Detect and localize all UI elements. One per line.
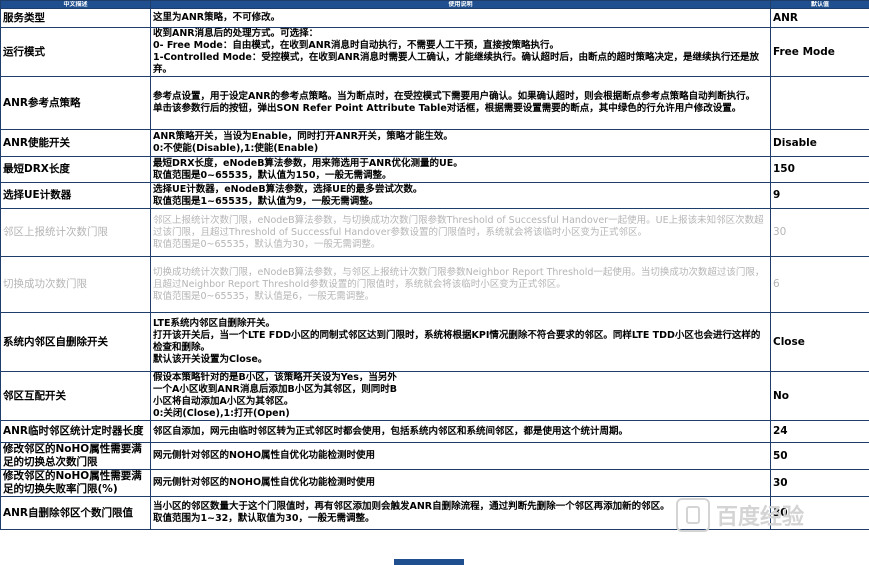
description-line: 这里为ANR策略，不可修改。 — [153, 12, 281, 23]
param-description: 假设本策略针对的是B小区，该策略开关设为Yes，当另外 一个A小区收到ANR消息后… — [150, 371, 771, 421]
param-default: ANR — [770, 8, 869, 28]
paw-icon — [676, 498, 710, 532]
header-description: 使用说明 — [150, 0, 771, 9]
description-line: 0:关闭(Close),1:打开(Open) — [153, 408, 290, 419]
param-description: 收到ANR消息后的处理方式。可选择： 0- Free Mode：自由模式，在收到A… — [150, 27, 771, 77]
description-line: 收到ANR消息后的处理方式。可选择： — [153, 28, 319, 40]
table-row: 选择UE计数器 选择UE计数器，eNodeB算法参数，选择UE的最多尝试次数。 取值… — [0, 182, 869, 209]
param-default: No — [770, 371, 869, 421]
description-line: ANR策略开关，当设为Enable，同时打开ANR开关，策略才能生效。 — [153, 131, 453, 142]
table-row: 系统内邻区自删除开关 LTE系统内邻区自删除开关。 打开该开关后，当一个LTE FD… — [0, 312, 869, 372]
table-row: 邻区上报统计次数门限 邻区上报统计次数门限，eNodeB算法参数，与切换成功次数门… — [0, 208, 869, 257]
param-description: 这里为ANR策略，不可修改。 — [150, 8, 771, 28]
description-line: 假设本策略针对的是B小区，该策略开关设为Yes，当另外 — [153, 372, 397, 384]
description-line: 取值范围是0~65535，默认值是6，一般无需调整。 — [153, 290, 375, 302]
description-line: 邻区自添加，网元由临时邻区转为正式邻区时都会使用，包括系统内邻区和系统间邻区，都… — [153, 425, 629, 437]
param-description: ANR策略开关，当设为Enable，同时打开ANR开关，策略才能生效。 0:不使能… — [150, 129, 771, 157]
description-line: 1-Controlled Mode：受控模式，在收到ANR消息时需要人工确认，才… — [153, 52, 759, 75]
description-line: 一个A小区收到ANR消息后添加B小区为其邻区，则同时B — [153, 384, 397, 395]
description-line: 0- Free Mode：自由模式，在收到ANR消息时自动执行，不需要人工干预，… — [153, 40, 559, 51]
param-name: ANR参考点策略 — [0, 76, 151, 130]
description-line: 最短DRX长度，eNodeB算法参数，用来筛选用于ANR优化测量的UE。 — [153, 157, 463, 169]
table-row: ANR临时邻区统计定时器长度 邻区自添加，网元由临时邻区转为正式邻区时都会使用，包… — [0, 420, 869, 443]
description-line: 取值范围是0~65535，默认值为150，一般无需调整。 — [153, 169, 392, 181]
param-default: Free Mode — [770, 27, 869, 77]
param-default: 9 — [770, 182, 869, 209]
param-default: 6 — [770, 256, 869, 313]
description-line: 默认该开关设置为Close。 — [153, 354, 268, 365]
param-default: 50 — [770, 442, 869, 470]
param-name: 最短DRX长度 — [0, 156, 151, 183]
param-name: 修改邻区的NoHO属性需要满足的切换总次数门限 — [0, 442, 151, 470]
table-header-row: 中文描述 使用说明 默认值 — [0, 0, 869, 9]
description-line: 小区将自动添加A小区为其邻区。 — [153, 396, 294, 407]
table-row: 修改邻区的NoHO属性需要满足的切换失败率门限(%) 网元侧针对邻区的NOHO属性… — [0, 469, 869, 497]
param-description: 切换成功统计次数门限，eNodeB算法参数，与邻区上报统计次数门限参数Neigh… — [150, 256, 771, 313]
param-name: 选择UE计数器 — [0, 182, 151, 209]
param-description: 网元侧针对邻区的NOHO属性自优化功能检测时使用 — [150, 469, 771, 497]
param-description: 选择UE计数器，eNodeB算法参数，选择UE的最多尝试次数。 取值范围是1~65… — [150, 182, 771, 209]
table-row: 切换成功次数门限 切换成功统计次数门限，eNodeB算法参数，与邻区上报统计次数门… — [0, 256, 869, 313]
header-name: 中文描述 — [0, 0, 151, 9]
description-line: 邻区上报统计次数门限，eNodeB算法参数，与切换成功次数门限参数Thresho… — [153, 214, 764, 238]
table-row: ANR使能开关 ANR策略开关，当设为Enable，同时打开ANR开关，策略才能生… — [0, 129, 869, 157]
param-name: 修改邻区的NoHO属性需要满足的切换失败率门限(%) — [0, 469, 151, 497]
table-row: ANR参考点策略 参考点设置，用于设定ANR的参考点策略。当为断点时，在受控模式下… — [0, 76, 869, 130]
param-description: 参考点设置，用于设定ANR的参考点策略。当为断点时，在受控模式下需要用户确认。如… — [150, 76, 771, 130]
description-line: 打开该开关后，当一个LTE FDD小区的同制式邻区达到门限时，系统将根据KPI情… — [153, 330, 761, 353]
description-line: 参考点设置，用于设定ANR的参考点策略。当为断点时，在受控模式下需要用户确认。如… — [153, 91, 756, 102]
table-row: 邻区互配开关 假设本策略针对的是B小区，该策略开关设为Yes，当另外 一个A小区收到… — [0, 371, 869, 421]
description-line: 选择UE计数器，eNodeB算法参数，选择UE的最多尝试次数。 — [153, 183, 423, 195]
param-name: 邻区互配开关 — [0, 371, 151, 421]
table-row: 服务类型 这里为ANR策略，不可修改。 ANR — [0, 8, 869, 28]
footer-mark — [394, 559, 464, 565]
table-row: 最短DRX长度 最短DRX长度，eNodeB算法参数，用来筛选用于ANR优化测量的… — [0, 156, 869, 183]
watermark: 百度经验 — [676, 495, 866, 535]
header-default: 默认值 — [770, 0, 869, 9]
param-default — [770, 76, 869, 130]
description-line: 网元侧针对邻区的NOHO属性自优化功能检测时使用 — [153, 450, 376, 461]
description-line: 取值范围是0~65535，默认值为30，一般无需调整。 — [153, 238, 381, 250]
anr-parameter-table: 中文描述 使用说明 默认值 服务类型 这里为ANR策略，不可修改。 ANR 运行模式收… — [0, 0, 869, 530]
param-name: 服务类型 — [0, 8, 151, 28]
param-description: 邻区上报统计次数门限，eNodeB算法参数，与切换成功次数门限参数Thresho… — [150, 208, 771, 257]
description-line: 网元侧针对邻区的NOHO属性自优化功能检测时使用 — [153, 477, 376, 488]
param-default: 150 — [770, 156, 869, 183]
param-name: 切换成功次数门限 — [0, 256, 151, 313]
param-description: 邻区自添加，网元由临时邻区转为正式邻区时都会使用，包括系统内邻区和系统间邻区，都… — [150, 420, 771, 443]
param-name: ANR自删除邻区个数门限值 — [0, 496, 151, 530]
param-description: 网元侧针对邻区的NOHO属性自优化功能检测时使用 — [150, 442, 771, 470]
param-name: 系统内邻区自删除开关 — [0, 312, 151, 372]
param-name: 运行模式 — [0, 27, 151, 77]
description-line: 0:不使能(Disable),1:使能(Enable) — [153, 143, 319, 154]
param-default: Disable — [770, 129, 869, 157]
description-line: 取值范围是1~65535，默认值为9，一般无需调整。 — [153, 195, 379, 207]
param-description: LTE系统内邻区自删除开关。 打开该开关后，当一个LTE FDD小区的同制式邻区达… — [150, 312, 771, 372]
param-description: 最短DRX长度，eNodeB算法参数，用来筛选用于ANR优化测量的UE。 取值范围… — [150, 156, 771, 183]
description-line: 切换成功统计次数门限，eNodeB算法参数，与邻区上报统计次数门限参数Neigh… — [153, 266, 765, 290]
param-default: 30 — [770, 208, 869, 257]
param-default: 30 — [770, 469, 869, 497]
param-name: ANR使能开关 — [0, 129, 151, 157]
description-line: 单击该参数行后的按钮，弹出SON Refer Point Attribute T… — [153, 103, 742, 114]
param-name: ANR临时邻区统计定时器长度 — [0, 420, 151, 443]
description-line: LTE系统内邻区自删除开关。 — [153, 318, 275, 329]
watermark-text: 百度经验 — [716, 505, 805, 530]
table-row: 修改邻区的NoHO属性需要满足的切换总次数门限 网元侧针对邻区的NOHO属性自优化… — [0, 442, 869, 470]
param-name: 邻区上报统计次数门限 — [0, 208, 151, 257]
table-row: 运行模式 收到ANR消息后的处理方式。可选择： 0- Free Mode：自由模式，… — [0, 27, 869, 77]
param-default: Close — [770, 312, 869, 372]
param-default: 24 — [770, 420, 869, 443]
